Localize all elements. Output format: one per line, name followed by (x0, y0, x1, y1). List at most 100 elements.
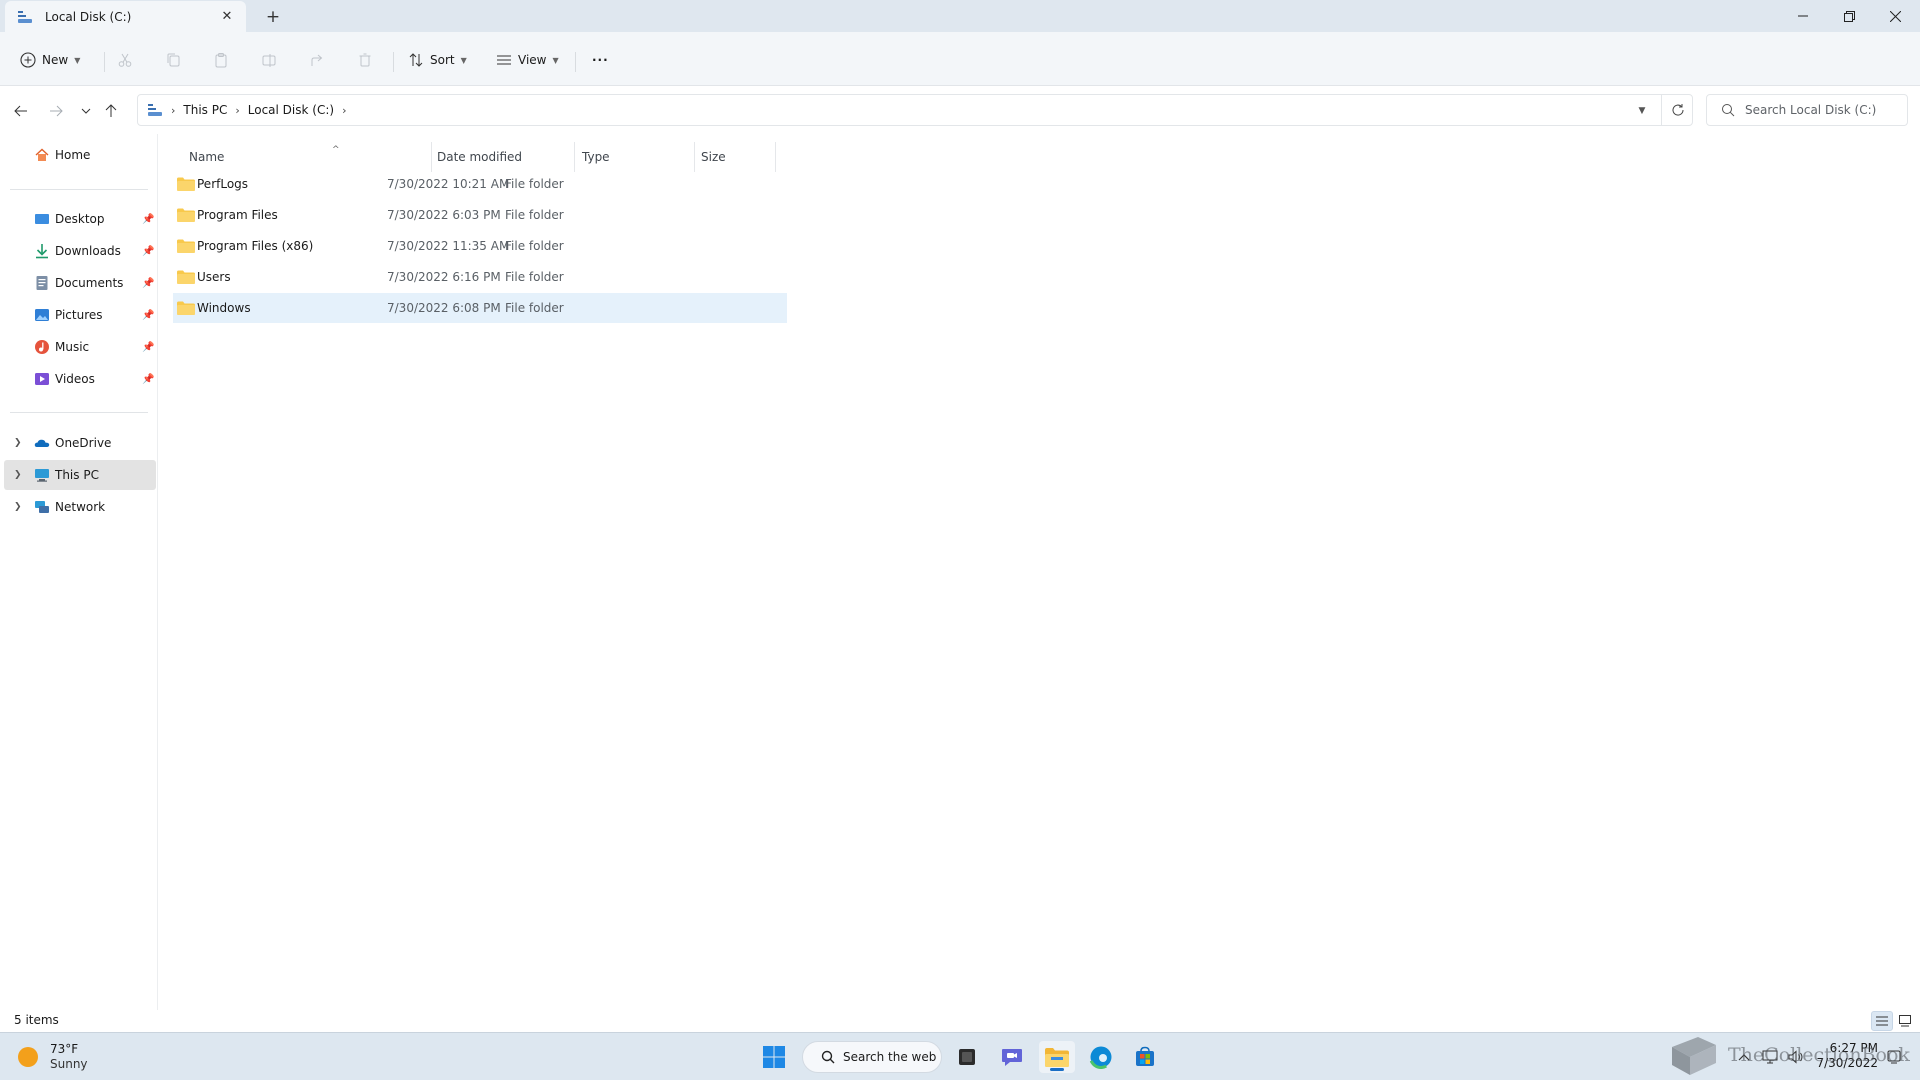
system-clock[interactable]: 6:27 PM 7/30/2022 (1814, 1041, 1878, 1071)
task-view-button[interactable] (949, 1041, 985, 1073)
sidebar-item-desktop[interactable]: Desktop 📌 (4, 204, 156, 234)
start-button[interactable] (756, 1041, 792, 1073)
pin-icon[interactable]: 📌 (142, 214, 154, 225)
pin-icon[interactable]: 📌 (142, 246, 154, 257)
address-history-chevron-icon[interactable]: ▼ (1632, 101, 1652, 121)
taskbar-search[interactable]: Search the web (802, 1041, 942, 1073)
new-button[interactable]: New ▼ (20, 45, 80, 75)
search-box[interactable] (1706, 94, 1908, 126)
copy-button[interactable] (165, 45, 181, 75)
taskbar: 73°F Sunny Search the web 6:27 PM 7/30/2… (0, 1032, 1920, 1080)
file-list: Name ^ Date modified Type Size PerfLogs … (159, 134, 1920, 1010)
address-bar[interactable]: › This PC › Local Disk (C:) › ▼ (137, 94, 1693, 126)
new-tab-button[interactable]: + (262, 6, 284, 28)
share-button[interactable] (309, 45, 325, 75)
pin-icon[interactable]: 📌 (142, 310, 154, 321)
sort-button[interactable]: Sort ▼ (408, 45, 467, 75)
store-icon (1136, 1046, 1154, 1066)
network-status-button[interactable] (1758, 1041, 1782, 1073)
breadcrumb-local-disk[interactable]: Local Disk (C:) (248, 103, 334, 117)
sidebar-item-home[interactable]: Home (4, 140, 156, 170)
chevron-down-icon (81, 108, 91, 114)
sidebar-item-network[interactable]: ❯ Network (4, 492, 156, 522)
breadcrumb-separator-icon: › (171, 103, 176, 117)
close-window-button[interactable] (1872, 0, 1918, 32)
rename-button[interactable] (261, 45, 277, 75)
column-resize-handle[interactable] (694, 142, 695, 172)
refresh-button[interactable] (1661, 94, 1693, 126)
back-button[interactable] (8, 98, 34, 124)
tiles-view-button[interactable] (1894, 1011, 1916, 1031)
forward-button[interactable] (43, 98, 69, 124)
table-row[interactable]: Program Files (x86) 7/30/2022 11:35 AM F… (173, 231, 787, 261)
clock-date: 7/30/2022 (1816, 1056, 1878, 1070)
store-button[interactable] (1127, 1041, 1163, 1073)
copy-icon (167, 53, 180, 67)
volume-button[interactable] (1784, 1041, 1808, 1073)
plus-circle-icon (20, 52, 36, 68)
pin-icon[interactable]: 📌 (142, 374, 154, 385)
details-view-icon (1876, 1016, 1888, 1026)
paste-button[interactable] (213, 45, 229, 75)
table-row[interactable]: PerfLogs 7/30/2022 10:21 AM File folder (173, 169, 787, 199)
sidebar-item-label: This PC (55, 468, 99, 482)
breadcrumb-separator-icon[interactable]: › (342, 104, 346, 117)
sidebar-item-label: Videos (55, 372, 95, 386)
table-row[interactable]: Users 7/30/2022 6:16 PM File folder (173, 262, 787, 292)
trash-icon (359, 53, 371, 67)
file-explorer-taskbar-button[interactable] (1039, 1041, 1075, 1073)
search-input[interactable] (1745, 103, 1905, 117)
divider (575, 52, 576, 72)
sidebar-item-onedrive[interactable]: ❯ OneDrive (4, 428, 156, 458)
show-hidden-icons-button[interactable] (1734, 1041, 1754, 1073)
chevron-right-icon[interactable]: ❯ (14, 438, 22, 448)
sidebar-item-downloads[interactable]: Downloads 📌 (4, 236, 156, 266)
speaker-icon (1788, 1050, 1803, 1064)
tiles-view-icon (1899, 1015, 1911, 1027)
pin-icon[interactable]: 📌 (142, 342, 154, 353)
sidebar-item-videos[interactable]: Videos 📌 (4, 364, 156, 394)
sidebar-item-this-pc[interactable]: ❯ This PC (4, 460, 156, 490)
command-bar: New ▼ Sort ▼ View ▼ ··· (0, 32, 1920, 86)
table-row[interactable]: Windows 7/30/2022 6:08 PM File folder (173, 293, 787, 323)
sidebar-item-pictures[interactable]: Pictures 📌 (4, 300, 156, 330)
close-tab-icon[interactable]: ✕ (218, 7, 236, 25)
breadcrumb-separator-icon[interactable]: › (235, 104, 239, 117)
notification-icon (1887, 1050, 1901, 1064)
table-row[interactable]: Program Files 7/30/2022 6:03 PM File fol… (173, 200, 787, 230)
edge-button[interactable] (1083, 1041, 1119, 1073)
chevron-right-icon[interactable]: ❯ (14, 502, 22, 512)
column-header-date-modified[interactable]: Date modified (437, 142, 547, 172)
breadcrumb-this-pc[interactable]: This PC (183, 103, 227, 117)
cut-button[interactable] (117, 45, 133, 75)
pin-icon[interactable]: 📌 (142, 278, 154, 289)
sidebar-item-documents[interactable]: Documents 📌 (4, 268, 156, 298)
view-button[interactable]: View ▼ (496, 45, 559, 75)
column-header-size[interactable]: Size (701, 142, 771, 172)
more-options-button[interactable]: ··· (592, 45, 609, 75)
sort-icon (409, 53, 423, 67)
column-resize-handle[interactable] (574, 142, 575, 172)
up-button[interactable] (98, 98, 124, 124)
notifications-button[interactable] (1882, 1041, 1906, 1073)
delete-button[interactable] (357, 45, 373, 75)
tab-local-disk[interactable]: Local Disk (C:) ✕ (5, 1, 246, 32)
recent-locations-button[interactable] (73, 98, 99, 124)
column-header-type[interactable]: Type (582, 142, 672, 172)
scissors-icon (118, 53, 132, 67)
restore-button[interactable] (1826, 0, 1872, 32)
chat-button[interactable] (994, 1041, 1030, 1073)
weather-widget[interactable]: 73°F Sunny (18, 1039, 88, 1075)
details-view-button[interactable] (1871, 1011, 1893, 1031)
documents-icon (34, 275, 50, 291)
file-name: Program Files (197, 208, 278, 222)
divider (393, 52, 394, 72)
column-resize-handle[interactable] (431, 142, 432, 172)
column-resize-handle[interactable] (775, 142, 776, 172)
divider (104, 52, 105, 72)
sidebar-item-music[interactable]: Music 📌 (4, 332, 156, 362)
chevron-right-icon[interactable]: ❯ (14, 470, 22, 480)
windows-logo-icon (763, 1046, 785, 1068)
minimize-button[interactable] (1780, 0, 1826, 32)
refresh-icon (1672, 104, 1684, 116)
